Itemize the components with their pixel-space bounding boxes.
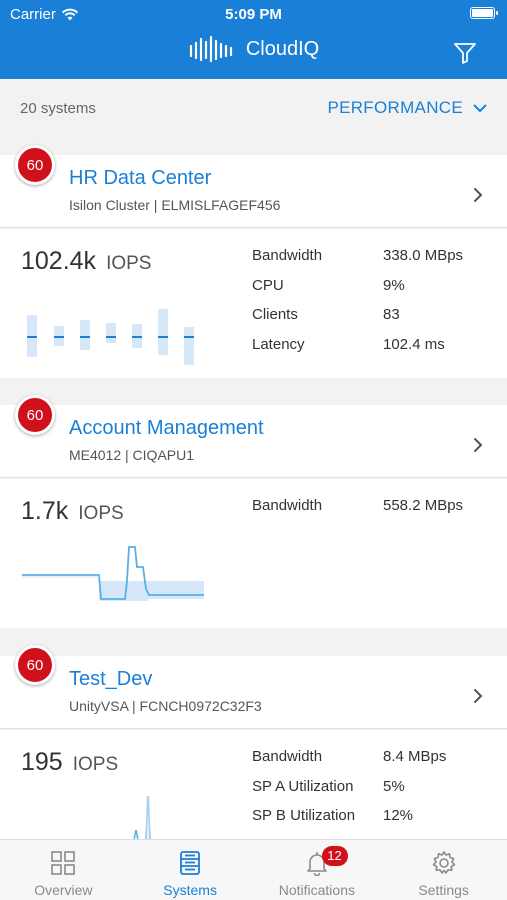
system-name: HR Data Center <box>69 167 212 189</box>
filter-funnel-icon <box>454 43 476 64</box>
stat-row: SP B Utilization 12% <box>252 807 492 837</box>
system-card-header[interactable]: Account Management ME4012 | CIQAPU1 <box>0 405 507 478</box>
iops-sparkline <box>27 309 194 365</box>
stat-label: Bandwidth <box>252 748 323 765</box>
system-card-body: 195 IOPS Bandwidth 8.4 MBps SP A Utiliza… <box>0 730 507 839</box>
chevron-right-icon <box>474 438 483 452</box>
clock: 5:09 PM <box>225 6 282 23</box>
tab-settings[interactable]: Settings <box>380 840 507 900</box>
stat-value: 12% <box>383 807 414 824</box>
health-score-badge: 60 <box>15 145 55 185</box>
tab-bar: Overview Systems 12 Notifications Settin… <box>0 839 507 900</box>
iops-unit: IOPS <box>78 503 124 524</box>
grid-icon <box>51 851 76 875</box>
iops-value: 102.4k <box>21 247 97 275</box>
iops-value: 1.7k <box>21 497 69 525</box>
iops-readout: 195 IOPS <box>21 748 118 777</box>
stat-row: SP A Utilization 5% <box>252 778 492 808</box>
gear-icon <box>432 851 455 874</box>
system-card-body: 1.7k IOPS Bandwidth 558.2 MBps <box>0 479 507 628</box>
filter-button[interactable] <box>453 42 477 69</box>
system-card-header[interactable]: Test_Dev UnityVSA | FCNCH0972C32F3 <box>0 656 507 729</box>
tab-systems[interactable]: Systems <box>127 840 254 900</box>
tab-label: Overview <box>34 882 93 898</box>
stat-row: Bandwidth 338.0 MBps <box>252 247 492 277</box>
app-title: CloudIQ <box>245 37 320 60</box>
system-subtitle: Isilon Cluster | ELMISLFAGEF456 <box>69 197 281 213</box>
health-score-badge: 60 <box>15 645 55 685</box>
stat-value: 338.0 MBps <box>383 247 464 264</box>
iops-unit: IOPS <box>106 253 152 274</box>
metric-selector[interactable]: PERFORMANCE <box>327 98 487 118</box>
stat-label: CPU <box>252 276 284 294</box>
systems-toolbar: 20 systems PERFORMANCE <box>0 79 507 141</box>
system-subtitle: UnityVSA | FCNCH0972C32F3 <box>69 698 262 714</box>
notification-count-badge: 12 <box>321 846 348 866</box>
chevron-right-icon <box>474 689 483 703</box>
stat-value: 8.4 MBps <box>383 748 447 765</box>
system-name: Account Management <box>69 417 264 439</box>
system-count: 20 systems <box>20 100 96 117</box>
tab-notifications[interactable]: 12 Notifications <box>254 840 381 900</box>
system-subtitle: ME4012 | CIQAPU1 <box>69 447 195 463</box>
stat-label: Latency <box>252 335 305 353</box>
stat-value: 5% <box>383 777 405 795</box>
iops-readout: 102.4k IOPS <box>21 247 151 276</box>
app-brand: CloudIQ <box>0 36 507 62</box>
tab-label: Notifications <box>278 882 355 898</box>
system-name: Test_Dev <box>69 668 153 690</box>
chevron-right-icon <box>474 188 483 202</box>
stat-value: 9% <box>383 276 405 294</box>
app-header: Carrier 5:09 PM CloudIQ <box>0 0 507 79</box>
iops-readout: 1.7k IOPS <box>21 497 124 526</box>
stat-row: Bandwidth 8.4 MBps <box>252 748 492 778</box>
health-score-badge: 60 <box>15 395 55 435</box>
iops-sparkline <box>133 795 151 839</box>
iops-value: 195 <box>21 748 63 776</box>
stat-row: Bandwidth 558.2 MBps <box>252 497 492 527</box>
stat-label: Bandwidth <box>252 247 323 264</box>
tab-label: Systems <box>163 882 217 898</box>
battery-icon <box>470 7 498 19</box>
stat-row: CPU 9% <box>252 277 492 307</box>
iops-unit: IOPS <box>72 754 119 775</box>
server-stack-icon <box>180 851 201 875</box>
stat-label: SP B Utilization <box>252 807 356 824</box>
stat-value: 102.4 ms <box>383 335 445 353</box>
stat-value: 558.2 MBps <box>383 497 464 514</box>
system-stats: Bandwidth 338.0 MBps CPU 9% Clients 83 L… <box>252 247 492 365</box>
stat-label: SP A Utilization <box>252 777 354 795</box>
stat-row: Clients 83 <box>252 306 492 336</box>
tab-overview[interactable]: Overview <box>0 840 127 900</box>
stat-label: Bandwidth <box>252 497 323 514</box>
chevron-down-icon <box>473 104 487 112</box>
metric-selector-label: PERFORMANCE <box>327 98 463 117</box>
system-card-header[interactable]: HR Data Center Isilon Cluster | ELMISLFA… <box>0 155 507 228</box>
tab-label: Settings <box>418 882 469 898</box>
iops-sparkline <box>22 546 204 601</box>
system-stats: Bandwidth 558.2 MBps <box>252 497 492 527</box>
stat-value: 83 <box>383 306 400 323</box>
stat-row: Latency 102.4 ms <box>252 336 492 366</box>
stat-label: Clients <box>252 306 298 323</box>
system-card-body: 102.4k IOPS Bandwidth 338.0 MBps CPU 9% … <box>0 229 507 378</box>
cloudiq-bars-icon <box>189 36 232 62</box>
status-bar: Carrier 5:09 PM <box>0 6 507 24</box>
system-stats: Bandwidth 8.4 MBps SP A Utilization 5% S… <box>252 748 492 837</box>
